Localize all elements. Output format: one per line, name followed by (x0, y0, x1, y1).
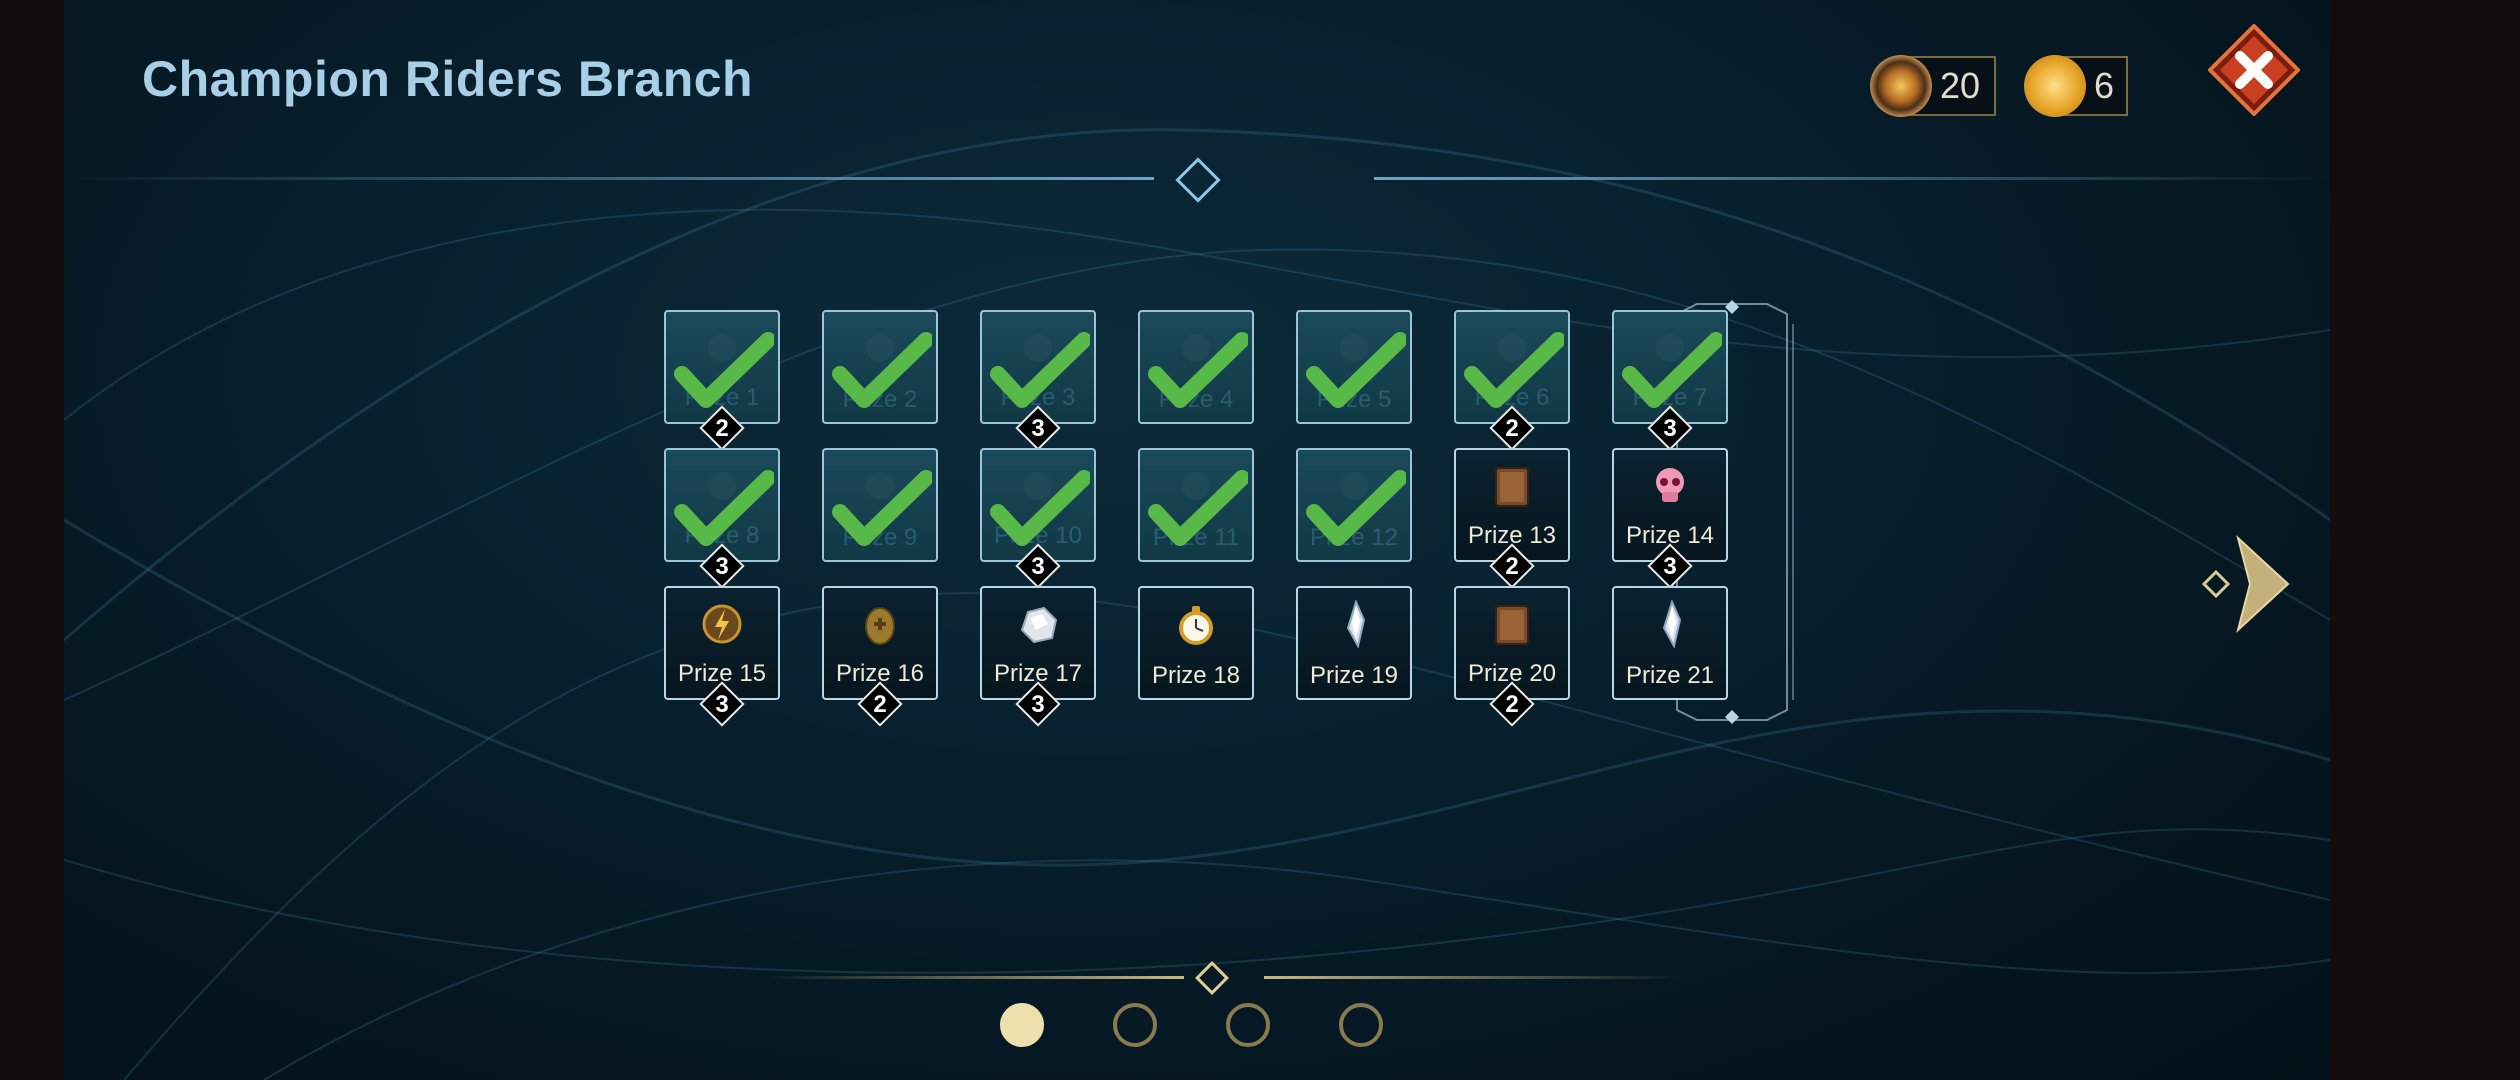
prize-slot[interactable]: Prize 20 2 (1454, 586, 1570, 727)
prize-slot[interactable]: Prize 33 (980, 310, 1096, 451)
quantity-badge: 3 (699, 681, 745, 727)
claimed-checkmark-icon (990, 470, 1090, 546)
page-dot-3[interactable] (1226, 1003, 1270, 1047)
divider-line (764, 976, 1184, 979)
prize-slot[interactable]: Prize 13 2 (1454, 448, 1570, 589)
claimed-checkmark-icon (832, 470, 932, 546)
prize-slot[interactable]: Prize 14 3 (1612, 448, 1728, 589)
prize-slot[interactable]: Prize 16 2 (822, 586, 938, 727)
quantity-value: 3 (715, 691, 729, 718)
quantity-badge: 3 (1015, 543, 1061, 589)
claimed-checkmark-icon (1148, 470, 1248, 546)
quantity-value: 3 (1031, 553, 1045, 580)
gold-triskele-coin-icon (2024, 55, 2086, 117)
quantity-value: 2 (873, 691, 887, 718)
claimed-checkmark-icon (1622, 332, 1722, 408)
prize-slot[interactable]: Prize 73 (1612, 310, 1728, 451)
pink-skull-icon (1656, 468, 1684, 502)
divider-line (1374, 177, 2330, 180)
pocket-watch-icon (1179, 606, 1213, 645)
prize-slot[interactable]: Prize 2 (822, 310, 938, 424)
prize-grid: Prize 1 2 Prize 2 Prize 3 3 Prize 4 Prize 5 Pri… (664, 300, 1814, 730)
page-dot-4[interactable] (1339, 1003, 1383, 1047)
quantity-value: 3 (1031, 415, 1045, 442)
prize-slot[interactable]: Prize 21 (1612, 586, 1728, 700)
claimed-checkmark-icon (832, 332, 932, 408)
quantity-badge: 3 (1015, 681, 1061, 727)
quantity-badge: 2 (1489, 405, 1535, 451)
prize-slot[interactable]: Prize 4 (1138, 310, 1254, 424)
prize-slot[interactable]: Prize 83 (664, 448, 780, 589)
quantity-value: 2 (1505, 691, 1519, 718)
quantity-value: 2 (1505, 415, 1519, 442)
prize-label: Prize 21 (1625, 662, 1715, 689)
close-button[interactable] (2208, 24, 2300, 116)
next-page-button[interactable] (2198, 534, 2294, 634)
quantity-badge: 2 (1489, 681, 1535, 727)
golden-egg-icon (865, 607, 895, 645)
claimed-checkmark-icon (1306, 470, 1406, 546)
claimed-checkmark-icon (674, 332, 774, 408)
crystal-shard-icon (1662, 600, 1682, 648)
quantity-badge: 3 (1647, 405, 1693, 451)
currency-value: 20 (1940, 65, 1981, 106)
currency-gold-coins: 6 (2024, 55, 2128, 117)
prize-slot[interactable]: Prize 5 (1296, 310, 1412, 424)
page-dot-2[interactable] (1113, 1003, 1157, 1047)
quantity-badge: 2 (699, 405, 745, 451)
prize-slot[interactable]: Prize 18 (1138, 586, 1254, 700)
prize-slot[interactable]: Prize 10 3 (980, 448, 1096, 589)
quantity-badge: 2 (1489, 543, 1535, 589)
quantity-badge: 3 (1015, 405, 1061, 451)
prize-slot[interactable]: Prize 9 (822, 448, 938, 562)
quantity-value: 3 (1031, 691, 1045, 718)
currency-champion-tokens: 20 (1870, 55, 1996, 117)
championship-token-icon (1870, 55, 1932, 117)
leather-tome-icon (1495, 467, 1529, 507)
claimed-checkmark-icon (1464, 332, 1564, 408)
claimed-checkmark-icon (1148, 332, 1248, 408)
prize-slot[interactable]: Prize 15 3 (664, 586, 780, 727)
page-dot-1[interactable] (1000, 1003, 1044, 1047)
quantity-value: 3 (1663, 553, 1677, 580)
quantity-value: 3 (715, 553, 729, 580)
divider-line (1264, 976, 1684, 979)
prize-slot[interactable]: Prize 11 (1138, 448, 1254, 562)
quantity-badge: 2 (857, 681, 903, 727)
prize-label: Prize 19 (1309, 662, 1399, 689)
page-title: Champion Riders Branch (142, 51, 754, 107)
claimed-checkmark-icon (990, 332, 1090, 408)
claimed-checkmark-icon (674, 470, 774, 546)
leather-tome-icon (1495, 605, 1529, 645)
quantity-value: 2 (715, 415, 729, 442)
quantity-badge: 3 (699, 543, 745, 589)
quantity-value: 3 (1663, 415, 1677, 442)
branch-panel: Champion Riders Branch 20 6 Prize 1 2 Priz… (64, 0, 2330, 1080)
silver-ore-icon (1020, 606, 1058, 644)
prize-slot[interactable]: Prize 19 (1296, 586, 1412, 700)
page-indicator (1000, 1003, 1470, 1053)
currency-value: 6 (2094, 65, 2115, 106)
prize-slot[interactable]: Prize 12 (664, 310, 780, 451)
prize-slot[interactable]: Prize 17 3 (980, 586, 1096, 727)
claimed-checkmark-icon (1306, 332, 1406, 408)
divider-line (64, 177, 1154, 180)
prize-label: Prize 18 (1151, 662, 1241, 689)
prize-slot[interactable]: Prize 62 (1454, 310, 1570, 451)
lightning-medallion-icon (702, 604, 742, 644)
quantity-badge: 3 (1647, 543, 1693, 589)
quantity-value: 2 (1505, 553, 1519, 580)
crystal-shard-icon (1346, 600, 1366, 648)
chevron-right-icon (2201, 569, 2231, 599)
prize-slot[interactable]: Prize 12 (1296, 448, 1412, 562)
